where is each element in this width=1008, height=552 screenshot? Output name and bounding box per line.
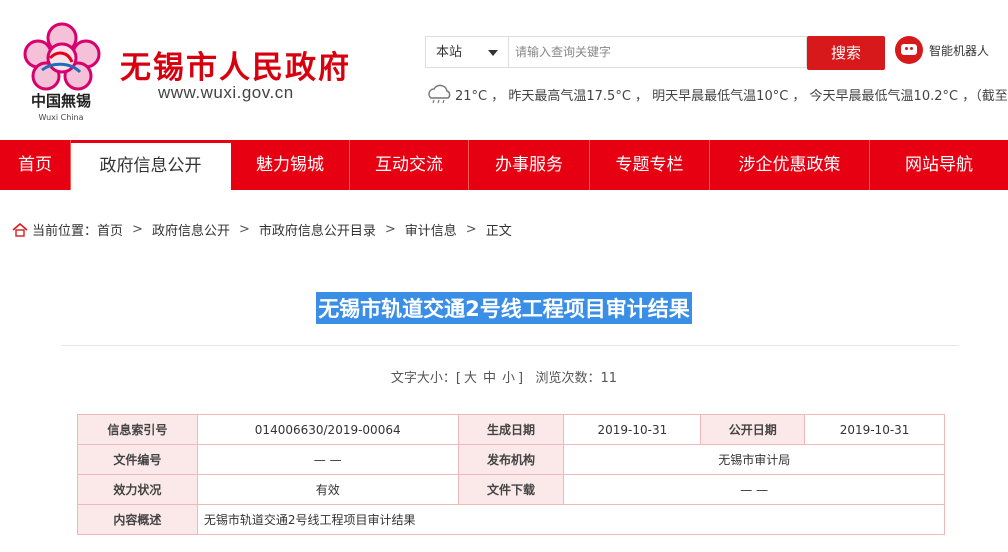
search-button[interactable]: 搜索 [807, 36, 885, 70]
table-row: 信息索引号 014006630/2019-00064 生成日期 2019-10-… [77, 414, 945, 445]
breadcrumb-separator: > [238, 222, 250, 237]
font-size-small-button[interactable]: 小 [502, 371, 515, 386]
site-url: www.wuxi.gov.cn [158, 83, 294, 102]
article-meta: 文字大小：[大中小] 浏览次数：11 [0, 367, 1008, 386]
font-size-control: 文字大小：[大中小] [391, 371, 527, 386]
table-cell-label: 内容概述 [77, 504, 198, 535]
search-bar: 本站 搜索 [425, 36, 885, 70]
font-size-label: 文字大小：[ [390, 371, 461, 386]
article-title: 无锡市轨道交通2号线工程项目审计结果 [316, 292, 692, 324]
search-scope-select[interactable]: 本站 [425, 36, 509, 68]
info-table: 信息索引号 014006630/2019-00064 生成日期 2019-10-… [77, 414, 946, 535]
nav-item-interaction[interactable]: 互动交流 [350, 140, 469, 190]
table-cell-label: 生成日期 [457, 414, 565, 445]
chevron-down-icon [488, 50, 498, 56]
table-cell-label: 文件编号 [77, 444, 198, 475]
nav-item-home[interactable]: 首页 [0, 140, 71, 190]
breadcrumb-separator: > [384, 222, 396, 237]
font-size-large-button[interactable]: 大 [464, 371, 477, 386]
table-cell-value: 无锡市审计局 [563, 444, 945, 475]
table-cell-label: 文件下载 [457, 474, 565, 505]
breadcrumb-home[interactable]: 首页 [97, 220, 123, 239]
font-size-medium-button[interactable]: 中 [483, 371, 496, 386]
wuxi-logo[interactable]: 中国無锡 Wuxi China [12, 14, 110, 126]
table-row: 文件编号 — — 发布机构 无锡市审计局 [77, 444, 945, 475]
nav-item-topics[interactable]: 专题专栏 [590, 140, 710, 190]
robot-label: 智能机器人 [929, 44, 990, 58]
nav-item-sitemap[interactable]: 网站导航 [870, 140, 1008, 190]
table-cell-label: 发布机构 [457, 444, 565, 475]
breadcrumb-separator: > [132, 222, 143, 237]
font-size-close: ] [518, 371, 524, 386]
table-cell-label: 公开日期 [700, 414, 806, 445]
table-cell-value: 无锡市轨道交通2号线工程项目审计结果 [196, 504, 946, 535]
robot-icon [895, 36, 923, 64]
search-scope-label: 本站 [436, 45, 463, 60]
table-cell-label: 信息索引号 [77, 414, 198, 445]
table-cell-value: — — [196, 444, 459, 475]
table-cell-value: 有效 [196, 474, 459, 505]
main-nav: 首页 政府信息公开 魅力锡城 互动交流 办事服务 专题专栏 涉企优惠政策 网站导… [0, 140, 1008, 190]
home-icon [12, 222, 28, 237]
nav-item-gov-info[interactable]: 政府信息公开 [71, 143, 231, 190]
table-cell-value: 2019-10-31 [563, 414, 702, 445]
article-title-wrap: 无锡市轨道交通2号线工程项目审计结果 [0, 292, 1008, 324]
breadcrumb-current: 正文 [485, 224, 512, 239]
breadcrumb: 当前位置： 首页 > 政府信息公开 > 市政府信息公开目录 > 审计信息 > 正… [12, 220, 512, 239]
divider [62, 345, 959, 346]
view-count: 浏览次数：11 [535, 371, 618, 386]
weather-text: 21°C ， 昨天最高气温17.5°C ， 明天早晨最低气温10°C ， 今天早… [455, 89, 1008, 104]
weather-cloud-icon [428, 84, 451, 104]
logo-text-cn: 中国無锡 [31, 92, 91, 110]
file-download-link[interactable]: — — [563, 474, 945, 505]
logo-text-en: Wuxi China [38, 113, 83, 122]
site-header: 中国無锡 Wuxi China 无锡市人民政府 www.wuxi.gov.cn … [0, 0, 1008, 140]
breadcrumb-separator: > [465, 222, 477, 237]
breadcrumb-audit[interactable]: 审计信息 [405, 220, 457, 239]
table-cell-label: 效力状况 [77, 474, 198, 505]
breadcrumb-catalog[interactable]: 市政府信息公开目录 [259, 220, 376, 239]
smart-robot-link[interactable]: 智能机器人 [895, 36, 1005, 66]
table-cell-value: 2019-10-31 [804, 414, 945, 445]
search-input[interactable] [509, 36, 807, 68]
table-row: 内容概述 无锡市轨道交通2号线工程项目审计结果 [77, 504, 946, 535]
weather-ticker: 21°C ， 昨天最高气温17.5°C ， 明天早晨最低气温10°C ， 今天早… [425, 84, 1008, 104]
nav-item-charm[interactable]: 魅力锡城 [231, 140, 350, 190]
table-cell-value: 014006630/2019-00064 [196, 414, 459, 445]
table-row: 效力状况 有效 文件下载 — — [77, 474, 945, 505]
nav-item-policies[interactable]: 涉企优惠政策 [710, 140, 870, 190]
breadcrumb-prefix: 当前位置： [32, 224, 98, 239]
site-title: 无锡市人民政府 [120, 50, 351, 86]
nav-item-services[interactable]: 办事服务 [469, 140, 590, 190]
breadcrumb-gov-info[interactable]: 政府信息公开 [152, 220, 230, 239]
